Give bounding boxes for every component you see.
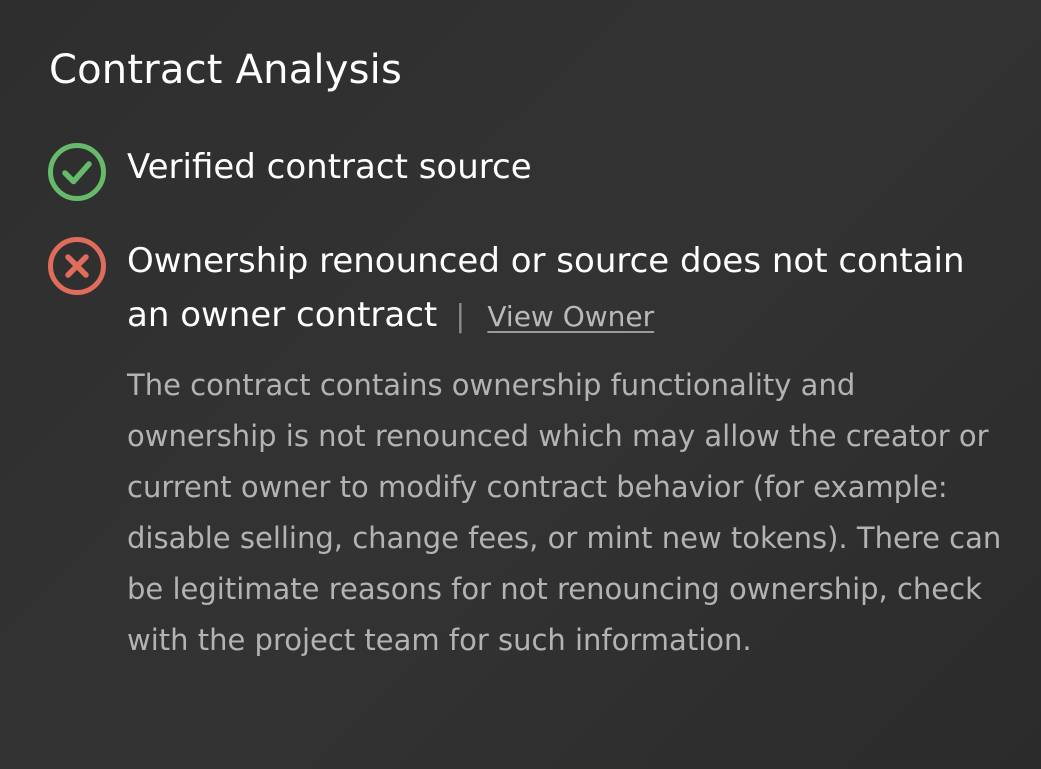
contract-analysis-panel: Contract Analysis Verified contract sour… xyxy=(0,0,1041,769)
ownership-description: The contract contains ownership function… xyxy=(127,368,1002,657)
x-circle-icon xyxy=(48,237,106,295)
check-label: Verified contract source xyxy=(127,147,532,187)
view-owner-link[interactable]: View Owner xyxy=(487,300,654,333)
label-separator: | xyxy=(455,299,466,334)
section-title: Contract Analysis xyxy=(49,47,402,93)
check-circle-icon xyxy=(48,143,106,201)
check-label-block: Ownership renounced or source does not c… xyxy=(127,234,1007,344)
